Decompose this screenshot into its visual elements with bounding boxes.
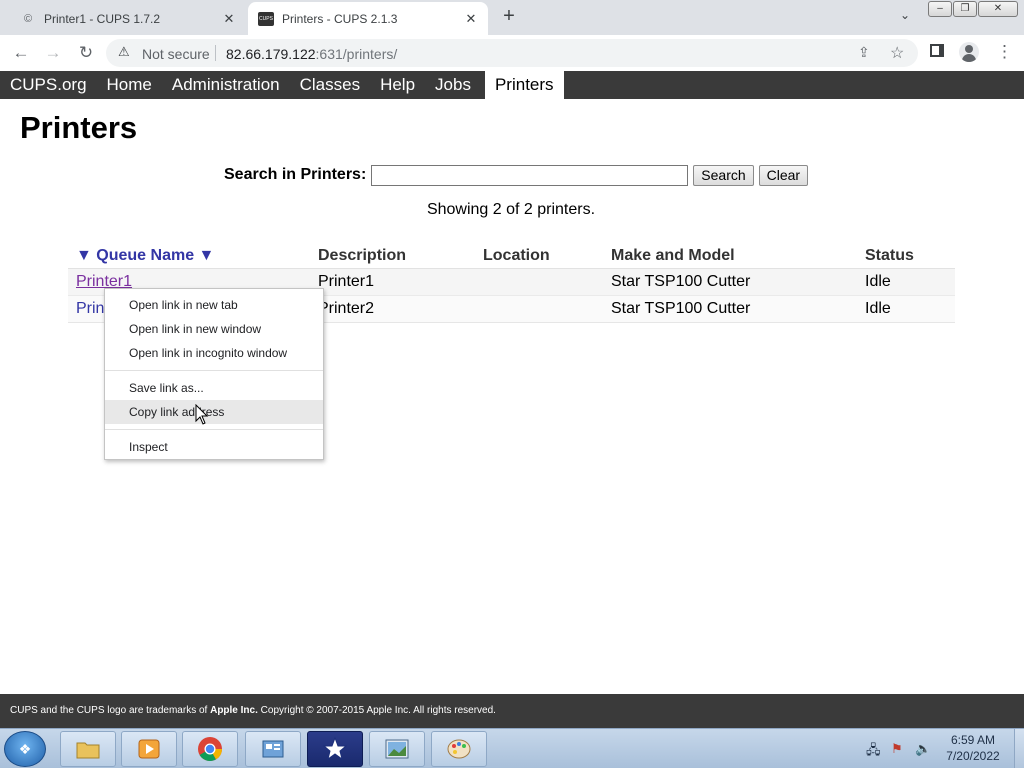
printer-link[interactable]: Printer1 — [76, 273, 132, 290]
warning-icon[interactable]: ⚠ — [118, 45, 132, 59]
tab-close-icon[interactable]: ✕ — [462, 10, 480, 28]
cups-favicon-icon: CUPS — [258, 11, 274, 27]
status-header: Status — [865, 246, 914, 264]
back-arrow-icon[interactable]: ← — [9, 41, 33, 65]
new-tab-button[interactable]: + — [498, 6, 520, 28]
nav-jobs[interactable]: Jobs — [425, 71, 481, 99]
status-cell: Idle — [857, 294, 955, 323]
clock-time: 6:59 AM — [950, 733, 996, 747]
window-maximize-button[interactable]: ❐ — [953, 1, 977, 17]
description-cell: Printer2 — [310, 294, 475, 323]
more-menu-icon[interactable]: ⋮ — [996, 42, 1013, 62]
menu-save-link-as[interactable]: Save link as... — [105, 376, 323, 400]
mouse-cursor-icon — [195, 404, 209, 425]
search-button[interactable]: Search — [693, 164, 754, 186]
tab-close-icon[interactable]: ✕ — [220, 10, 238, 28]
nav-printers[interactable]: Printers — [484, 71, 564, 99]
search-form: Search in Printers: Search Clear — [224, 164, 809, 186]
url-text[interactable]: 82.66.179.122:631/printers/ — [226, 46, 397, 62]
show-desktop-button[interactable] — [1014, 729, 1024, 768]
taskbar-clock[interactable]: 6:59 AM 7/20/2022 — [940, 732, 1006, 764]
location-header: Location — [483, 246, 550, 264]
search-input[interactable] — [371, 164, 689, 186]
make-model-cell: Star TSP100 Cutter — [603, 294, 857, 323]
page-footer: CUPS and the CUPS logo are trademarks of… — [0, 694, 1024, 728]
taskbar-control-panel-button[interactable] — [245, 731, 301, 767]
status-cell: Idle — [857, 267, 955, 295]
network-icon[interactable]: 🖧 — [866, 741, 881, 763]
start-button[interactable]: ❖ — [4, 731, 46, 767]
queue-name-header[interactable]: ▼ Queue Name ▼ — [68, 244, 310, 268]
share-icon[interactable]: ⇪ — [858, 44, 870, 61]
paint-palette-icon — [446, 737, 472, 761]
media-player-icon — [136, 737, 162, 761]
tab-printer1[interactable]: © Printer1 - CUPS 1.7.2 ✕ — [0, 2, 246, 35]
taskbar-paint-button[interactable] — [431, 731, 487, 767]
tab-title: Printer1 - CUPS 1.7.2 — [44, 11, 161, 26]
location-cell — [475, 267, 603, 295]
table-header-row: ▼ Queue Name ▼ Description Location Make… — [68, 244, 955, 268]
menu-divider — [105, 370, 323, 371]
description-header: Description — [318, 246, 407, 264]
make-model-cell: Star TSP100 Cutter — [603, 267, 857, 295]
menu-divider — [105, 429, 323, 430]
nav-home[interactable]: Home — [97, 71, 162, 99]
nav-help[interactable]: Help — [370, 71, 425, 99]
control-panel-icon — [260, 737, 286, 761]
browser-toolbar: ← → ↻ ⚠ Not secure 82.66.179.122:631/pri… — [0, 35, 1024, 71]
menu-open-new-window[interactable]: Open link in new window — [105, 317, 323, 341]
description-cell: Printer1 — [310, 267, 475, 295]
reload-icon[interactable]: ↻ — [74, 41, 98, 65]
picture-viewer-icon — [384, 737, 410, 761]
clear-button[interactable]: Clear — [758, 164, 809, 186]
tab-printers[interactable]: CUPS Printers - CUPS 2.1.3 ✕ — [248, 2, 488, 35]
browser-tab-strip: © Printer1 - CUPS 1.7.2 ✕ CUPS Printers … — [0, 0, 1024, 35]
result-count: Showing 2 of 2 printers. — [426, 201, 596, 218]
menu-copy-link-address[interactable]: Copy link address — [105, 400, 323, 424]
taskbar-explorer-button[interactable] — [60, 731, 116, 767]
taskbar-star-app-button[interactable] — [307, 731, 363, 767]
taskbar-media-player-button[interactable] — [121, 731, 177, 767]
bookmark-star-icon[interactable]: ☆ — [890, 43, 904, 63]
taskbar-picture-viewer-button[interactable] — [369, 731, 425, 767]
action-center-flag-icon[interactable]: ⚑ — [891, 741, 903, 757]
windows-logo-icon: ❖ — [18, 741, 32, 757]
cups-nav-bar: CUPS.org Home Administration Classes Hel… — [0, 71, 1024, 99]
chrome-icon — [197, 737, 223, 762]
make-model-header: Make and Model — [611, 246, 735, 264]
security-label[interactable]: Not secure — [142, 46, 210, 62]
menu-open-new-tab[interactable]: Open link in new tab — [105, 293, 323, 317]
star-app-icon — [322, 736, 348, 761]
tab-title: Printers - CUPS 2.1.3 — [282, 11, 398, 26]
menu-inspect[interactable]: Inspect — [105, 435, 323, 459]
nav-classes[interactable]: Classes — [290, 71, 370, 99]
search-label: Search in Printers: — [224, 166, 367, 183]
omnibox-divider — [215, 45, 216, 61]
clock-date: 7/20/2022 — [946, 749, 1000, 763]
page-title: Printers — [20, 110, 138, 145]
volume-icon[interactable]: 🔈 — [915, 741, 931, 757]
nav-cups-org[interactable]: CUPS.org — [0, 71, 97, 99]
profile-avatar-icon[interactable] — [959, 42, 979, 62]
tab-search-chevron-icon[interactable]: ⌄ — [896, 8, 914, 26]
window-close-button[interactable]: ✕ — [978, 1, 1018, 17]
nav-administration[interactable]: Administration — [162, 71, 290, 99]
folder-icon — [75, 737, 101, 761]
location-cell — [475, 294, 603, 323]
taskbar-chrome-button[interactable] — [182, 731, 238, 767]
cups-favicon-icon: © — [23, 12, 33, 25]
forward-arrow-icon[interactable]: → — [41, 41, 65, 65]
address-bar[interactable]: ⚠ Not secure 82.66.179.122:631/printers/… — [106, 39, 918, 67]
menu-open-incognito[interactable]: Open link in incognito window — [105, 341, 323, 365]
side-panel-icon[interactable] — [930, 44, 944, 57]
link-context-menu: Open link in new tab Open link in new wi… — [104, 288, 324, 460]
window-minimize-button[interactable]: – — [928, 1, 952, 17]
